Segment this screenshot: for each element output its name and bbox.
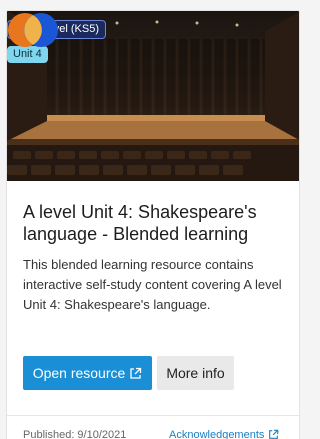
brand-logo-icon — [8, 13, 58, 47]
resource-card: AS/A Level (KS5) Unit 4 A level Unit 4: … — [6, 10, 300, 439]
footer-divider — [7, 415, 299, 416]
resource-description: This blended learning resource contains … — [23, 257, 282, 312]
acknowledgements-label: Acknowledgements — [169, 429, 265, 439]
theatre-stage-image: AS/A Level (KS5) Unit 4 — [7, 11, 299, 181]
external-link-icon — [130, 367, 142, 379]
external-link-icon — [269, 429, 279, 439]
open-resource-button[interactable]: Open resource — [23, 356, 152, 390]
published-date: Published: 9/10/2021 — [23, 429, 127, 439]
resource-title: A level Unit 4: Shakespeare's language -… — [23, 202, 257, 244]
more-info-button[interactable]: More info — [157, 356, 234, 390]
open-resource-label: Open resource — [32, 365, 126, 381]
acknowledgements-link[interactable]: Acknowledgements — [169, 429, 279, 439]
